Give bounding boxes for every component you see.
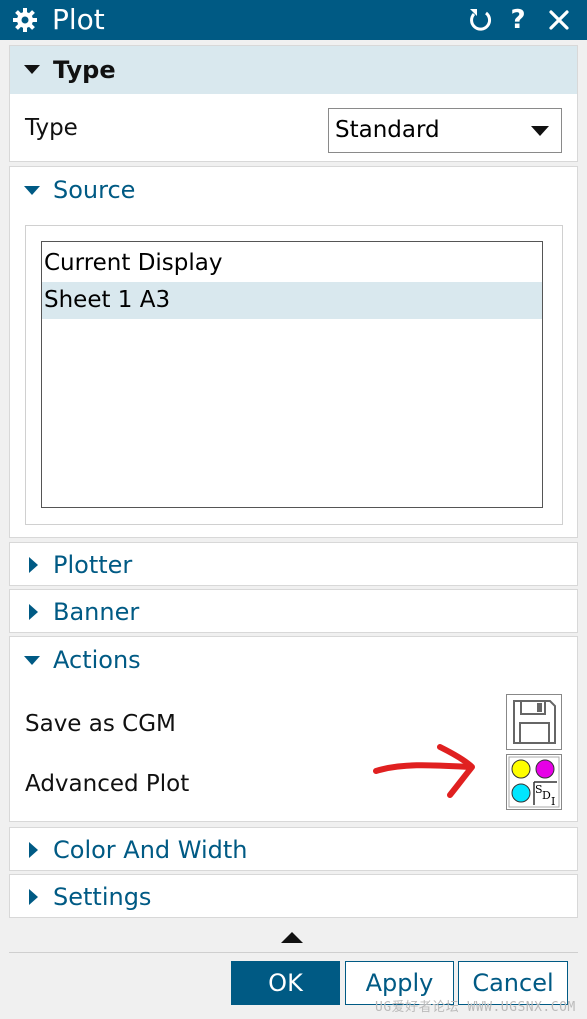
list-item[interactable]: Current Display bbox=[42, 245, 542, 282]
actions-section-title: Actions bbox=[53, 646, 141, 674]
close-icon[interactable] bbox=[544, 5, 574, 35]
type-field-label: Type bbox=[25, 115, 78, 141]
expanded-triangle-icon bbox=[24, 656, 40, 665]
source-section: Source Current Display Sheet 1 A3 bbox=[9, 166, 578, 538]
window-title: Plot bbox=[52, 3, 105, 36]
plotter-section: Plotter bbox=[9, 542, 578, 586]
collapsed-triangle-icon bbox=[29, 889, 38, 905]
advanced-plot-icon: S D I bbox=[508, 756, 560, 808]
collapsed-triangle-icon bbox=[29, 604, 38, 620]
save-cgm-label: Save as CGM bbox=[25, 711, 176, 737]
color-and-width-section-title: Color And Width bbox=[53, 836, 248, 864]
button-bar-divider bbox=[9, 952, 578, 953]
banner-section-header[interactable]: Banner bbox=[10, 590, 577, 634]
color-and-width-section: Color And Width bbox=[9, 827, 578, 871]
advanced-plot-label: Advanced Plot bbox=[25, 771, 190, 797]
title-bar: Plot ? bbox=[0, 0, 587, 40]
floppy-disk-icon bbox=[513, 700, 556, 744]
settings-section: Settings bbox=[9, 874, 578, 918]
color-and-width-section-header[interactable]: Color And Width bbox=[10, 828, 577, 872]
help-icon[interactable]: ? bbox=[503, 5, 533, 35]
save-cgm-button[interactable] bbox=[506, 694, 562, 750]
plotter-section-title: Plotter bbox=[53, 551, 133, 579]
advanced-plot-button[interactable]: S D I bbox=[506, 754, 562, 810]
collapsed-triangle-icon bbox=[29, 557, 38, 573]
type-select-value: Standard bbox=[335, 117, 440, 143]
list-item[interactable]: Sheet 1 A3 bbox=[42, 282, 542, 319]
chevron-down-icon bbox=[531, 126, 549, 136]
svg-text:D: D bbox=[542, 789, 551, 802]
svg-text:I: I bbox=[551, 795, 555, 808]
gear-icon[interactable] bbox=[12, 7, 38, 33]
source-list-frame: Current Display Sheet 1 A3 bbox=[25, 225, 563, 525]
expanded-triangle-icon bbox=[24, 186, 40, 195]
type-select[interactable]: Standard bbox=[328, 108, 562, 153]
settings-section-header[interactable]: Settings bbox=[10, 875, 577, 919]
source-section-header[interactable]: Source bbox=[10, 167, 577, 213]
actions-section: Actions Save as CGM Advanced Plot S D I bbox=[9, 636, 578, 822]
reset-icon[interactable] bbox=[465, 5, 495, 35]
red-arrow-annotation bbox=[373, 744, 475, 798]
banner-section: Banner bbox=[9, 589, 578, 633]
actions-section-header[interactable]: Actions bbox=[10, 637, 577, 683]
settings-section-title: Settings bbox=[53, 883, 152, 911]
source-list[interactable]: Current Display Sheet 1 A3 bbox=[41, 241, 543, 508]
type-section-title: Type bbox=[53, 56, 116, 84]
expanded-triangle-icon bbox=[24, 65, 40, 74]
collapsed-triangle-icon bbox=[29, 842, 38, 858]
type-section-header[interactable]: Type bbox=[10, 46, 577, 94]
type-section: Type Type Standard bbox=[9, 45, 578, 162]
ok-button[interactable]: OK bbox=[231, 961, 340, 1005]
watermark: UG爱好者论坛 WWW.UGSNX.COM bbox=[375, 1000, 576, 1015]
source-section-title: Source bbox=[53, 176, 136, 204]
plotter-section-header[interactable]: Plotter bbox=[10, 543, 577, 587]
collapse-dialog-icon[interactable] bbox=[281, 932, 303, 944]
banner-section-title: Banner bbox=[53, 598, 140, 626]
